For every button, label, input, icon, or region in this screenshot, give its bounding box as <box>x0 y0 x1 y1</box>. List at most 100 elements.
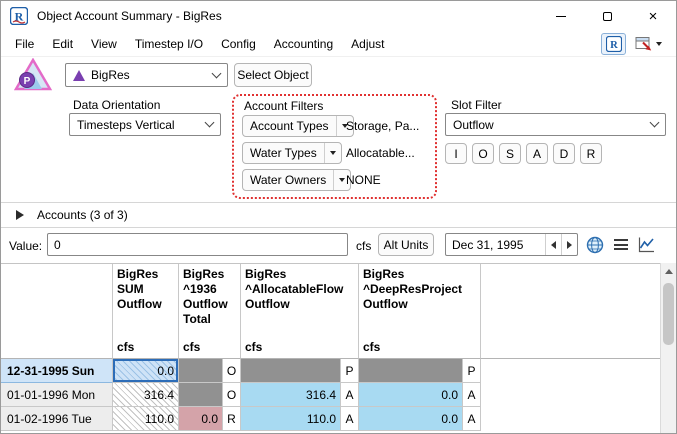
table-row-2: 01-02-1996 Tue110.00.0R110.0A0.0A <box>1 407 662 431</box>
value-cell[interactable] <box>359 359 463 383</box>
filter-button-water-types[interactable]: Water Types <box>242 142 342 164</box>
grid-body: 12-31-1995 Sun0.0OPP01-01-1996 Mon316.4O… <box>1 359 662 431</box>
value-cell[interactable] <box>241 359 341 383</box>
window-title: Object Account Summary - BigRes <box>37 9 222 23</box>
value-cell[interactable]: 316.4 <box>113 383 179 407</box>
account-filter-row: Account TypesStorage, Pa... <box>242 115 432 137</box>
value-cell[interactable]: 0.0 <box>359 407 463 431</box>
dropdown-caret-icon <box>656 42 662 46</box>
value-cell[interactable]: 316.4 <box>241 383 341 407</box>
value-cell[interactable]: 0.0 <box>113 359 179 383</box>
value-cell[interactable] <box>179 383 223 407</box>
menu-view[interactable]: View <box>82 31 126 57</box>
account-filter-row: Water Types Allocatable... <box>242 142 432 164</box>
filter-value-water-types: Allocatable... <box>346 146 415 160</box>
slot-filter-label: Slot Filter <box>451 98 502 112</box>
purple-triangle-icon <box>73 70 85 81</box>
column-units: cfs <box>245 340 262 355</box>
account-filter-rows: Account TypesStorage, Pa... Water Types Al… <box>242 115 432 191</box>
units-label: cfs <box>356 239 371 253</box>
table-row-1: 01-01-1996 Mon316.4O316.4A0.0A <box>1 383 662 407</box>
flag-cell[interactable]: A <box>341 407 359 431</box>
flag-cell[interactable]: P <box>341 359 359 383</box>
accounts-label: Accounts (3 of 3) <box>37 208 128 222</box>
dropdown-arrow-icon <box>330 151 336 155</box>
flag-cell[interactable]: O <box>223 383 241 407</box>
maximize-button[interactable] <box>584 1 630 31</box>
column-header-bigres-1936-outflow-total[interactable]: BigRes^1936OutflowTotalcfs <box>179 264 241 359</box>
select-object-button[interactable]: Select Object <box>234 63 312 87</box>
slot-filter-button-i[interactable]: I <box>445 143 467 164</box>
value-cell[interactable]: 110.0 <box>113 407 179 431</box>
data-orientation-value: Timesteps Vertical <box>77 118 175 132</box>
value-cell[interactable]: 0.0 <box>179 407 223 431</box>
minimize-icon <box>556 16 566 17</box>
scrollbar-thumb[interactable] <box>663 283 674 345</box>
column-header-bigres-deepresproject-outflow[interactable]: BigRes^DeepResProjectOutflowcfs <box>359 264 481 359</box>
filter-button-water-owners[interactable]: Water Owners <box>242 169 351 191</box>
row-header-date[interactable]: 01-02-1996 Tue <box>1 407 113 431</box>
date-value: Dec 31, 1995 <box>446 234 545 255</box>
goto-date-button[interactable] <box>583 233 606 256</box>
slot-filter-button-r[interactable]: R <box>580 143 602 164</box>
close-button[interactable]: × <box>630 1 676 31</box>
flag-cell[interactable]: O <box>223 359 241 383</box>
row-header-date[interactable]: 01-01-1996 Mon <box>1 383 113 407</box>
filter-button-account-types[interactable]: Account Types <box>242 115 354 137</box>
chevron-down-icon <box>212 68 222 78</box>
scroll-up-button[interactable] <box>661 263 676 279</box>
menu-timestep-i-o[interactable]: Timestep I/O <box>126 31 212 57</box>
value-cell[interactable]: 110.0 <box>241 407 341 431</box>
menu-adjust[interactable]: Adjust <box>342 31 393 57</box>
menu-file[interactable]: File <box>6 31 43 57</box>
riverware-toolbar-button[interactable]: R <box>601 33 626 55</box>
flag-cell[interactable]: A <box>463 407 481 431</box>
flag-cell[interactable]: R <box>223 407 241 431</box>
slot-filter-button-o[interactable]: O <box>472 143 494 164</box>
object-account-summary-window: R Object Account Summary - BigRes × File… <box>0 0 677 434</box>
chevron-down-icon <box>205 118 215 128</box>
minimize-button[interactable] <box>538 1 584 31</box>
list-view-button[interactable] <box>609 233 632 256</box>
date-widget[interactable]: Dec 31, 1995 <box>445 233 578 256</box>
accounts-expander-icon[interactable] <box>16 210 24 220</box>
accounts-bar: Accounts (3 of 3) <box>1 202 676 228</box>
data-orientation-combo[interactable]: Timesteps Vertical <box>69 113 221 136</box>
object-selector-combo[interactable]: BigRes <box>65 63 228 87</box>
right-arrow-icon <box>567 241 572 249</box>
slot-filter-combo[interactable]: Outflow <box>445 113 666 136</box>
data-grid: BigResSUMOutflowcfsBigRes^1936OutflowTot… <box>1 263 662 434</box>
flag-cell[interactable]: P <box>463 359 481 383</box>
titlebar: R Object Account Summary - BigRes × <box>1 1 676 31</box>
account-filter-row: Water OwnersNONE <box>242 169 432 191</box>
account-filters-group: Account Filters Account TypesStorage, Pa… <box>232 94 437 199</box>
column-units: cfs <box>117 340 134 355</box>
app-icon: R <box>10 7 28 25</box>
value-input[interactable] <box>47 233 348 256</box>
vertical-scrollbar[interactable] <box>660 263 676 433</box>
column-header-bigres-allocatableflow-outflow[interactable]: BigRes^AllocatableFlowOutflowcfs <box>241 264 359 359</box>
menu-accounting[interactable]: Accounting <box>265 31 342 57</box>
prev-timestep-button[interactable] <box>545 234 561 255</box>
plot-button[interactable] <box>634 233 657 256</box>
slot-filter-button-a[interactable]: A <box>526 143 548 164</box>
menubar: FileEditViewTimestep I/OConfigAccounting… <box>1 31 676 57</box>
value-cell[interactable]: 0.0 <box>359 383 463 407</box>
filter-value-water-owners: NONE <box>346 173 381 187</box>
flag-cell[interactable]: A <box>341 383 359 407</box>
column-header-bigres-sum-outflow[interactable]: BigResSUMOutflowcfs <box>113 264 179 359</box>
menu-edit[interactable]: Edit <box>43 31 82 57</box>
menu-config[interactable]: Config <box>212 31 265 57</box>
value-cell[interactable] <box>179 359 223 383</box>
menu-right-toolbar: R <box>601 33 676 55</box>
row-header-date[interactable]: 12-31-1995 Sun <box>1 359 113 383</box>
object-combo-value: BigRes <box>91 68 130 82</box>
flag-cell[interactable]: A <box>463 383 481 407</box>
up-triangle-icon <box>665 269 673 274</box>
alt-units-button[interactable]: Alt Units <box>378 233 434 256</box>
slot-filter-button-d[interactable]: D <box>553 143 575 164</box>
export-dialog-button[interactable] <box>630 33 666 55</box>
next-timestep-button[interactable] <box>561 234 577 255</box>
slot-filter-button-s[interactable]: S <box>499 143 521 164</box>
value-label: Value: <box>9 239 42 253</box>
